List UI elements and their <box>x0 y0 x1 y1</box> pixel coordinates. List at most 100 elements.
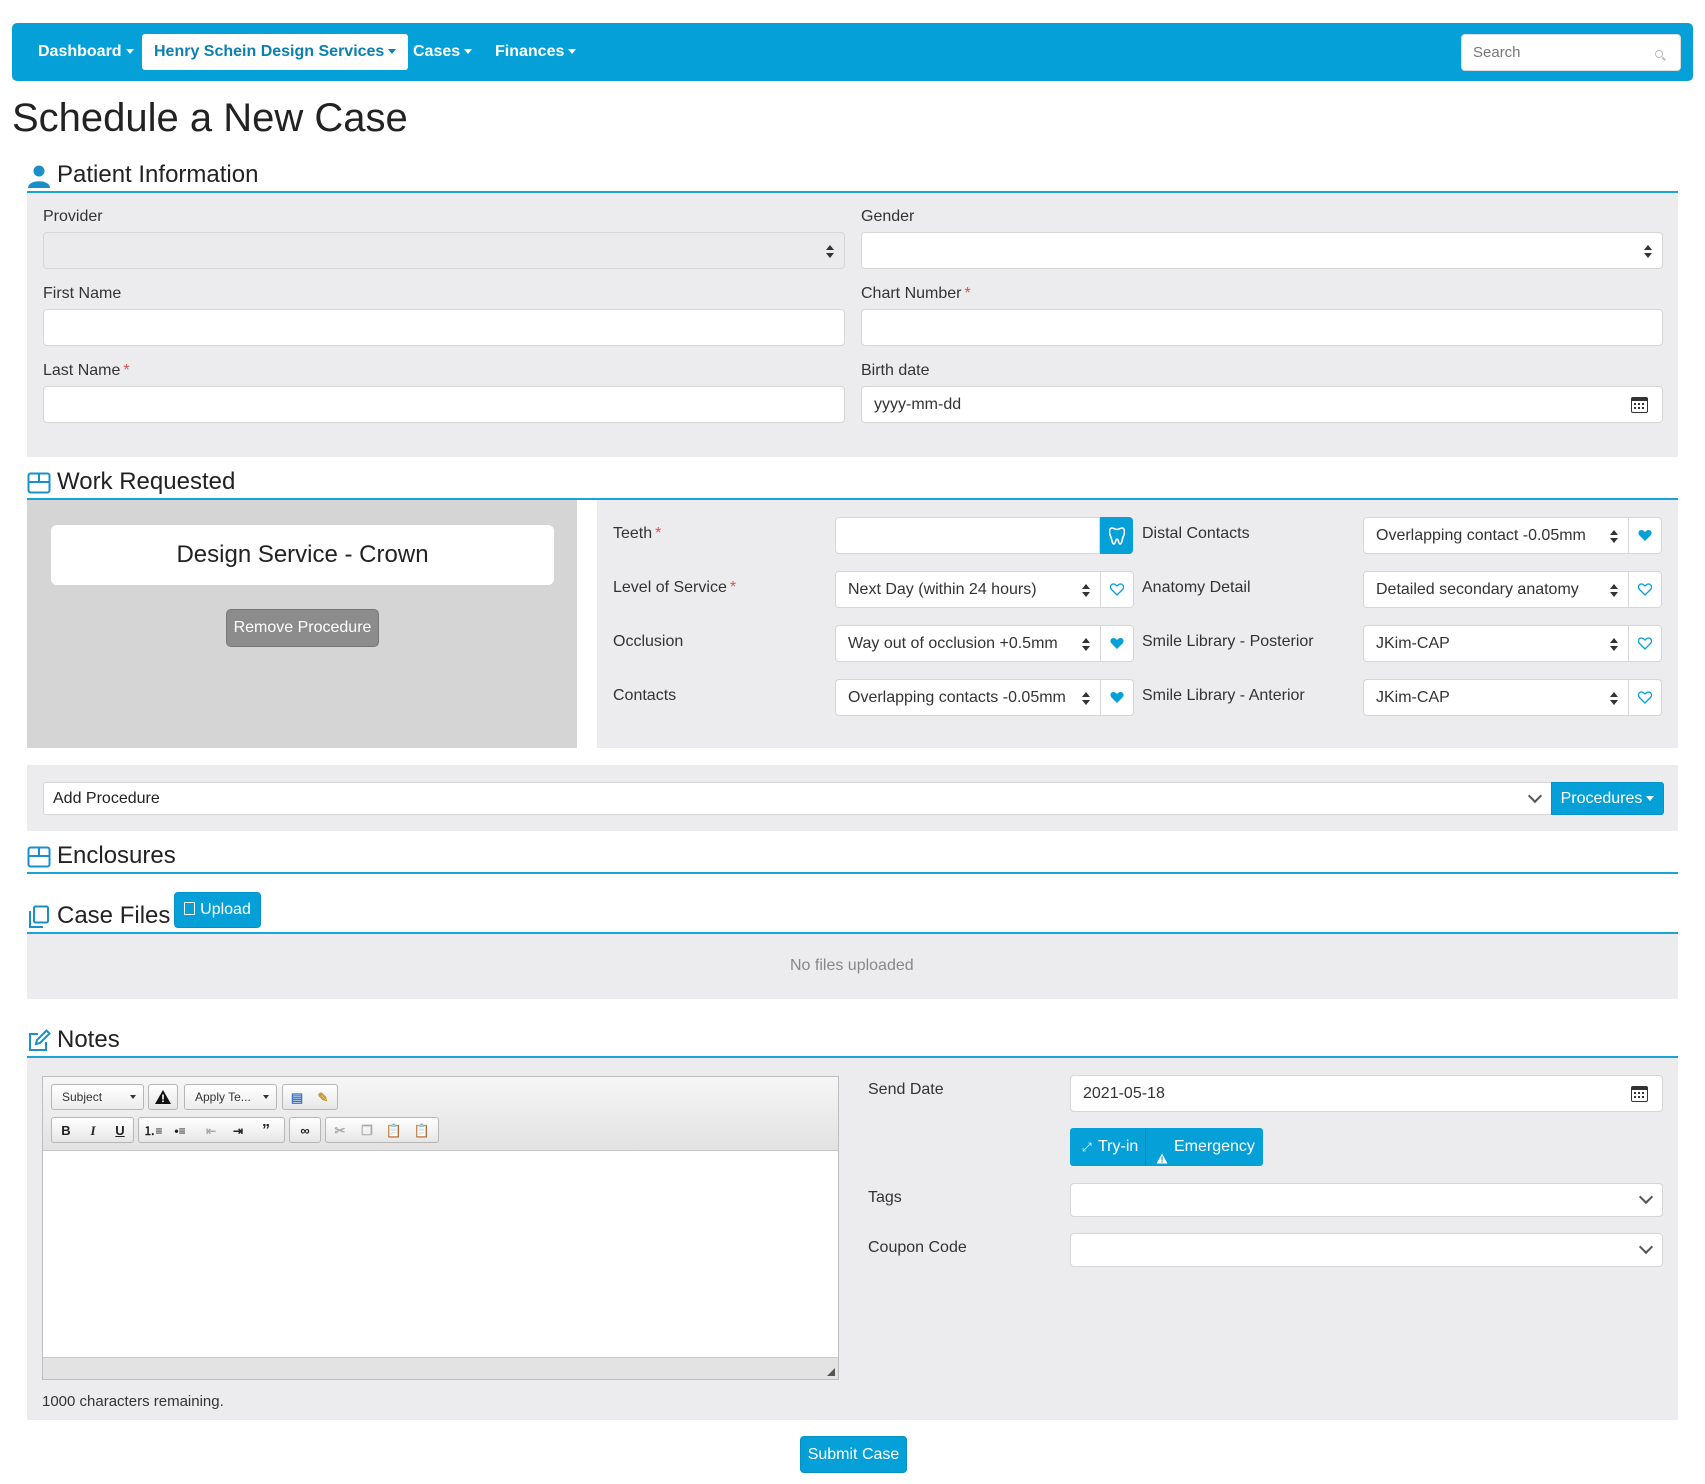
nav-dashboard[interactable]: Dashboard <box>26 34 146 70</box>
link-group: ∞ <box>289 1117 321 1143</box>
gender-select[interactable] <box>861 232 1663 269</box>
paste-icon[interactable]: 📋 <box>384 1121 404 1141</box>
italic-icon[interactable]: I <box>83 1121 103 1141</box>
paste-text-icon[interactable]: 📋 <box>412 1121 432 1141</box>
birth-date-placeholder: yyyy-mm-dd <box>874 396 962 413</box>
coupon-code-select[interactable] <box>1070 1233 1663 1267</box>
editor-status-bar <box>43 1357 838 1379</box>
search-input[interactable] <box>1461 34 1681 71</box>
top-navbar: Dashboard Henry Schein Design Services C… <box>12 23 1693 81</box>
section-title: Patient Information <box>57 161 259 188</box>
required-marker: * <box>123 362 130 379</box>
nav-finances-label: Finances <box>495 43 565 60</box>
send-date-field[interactable]: 2021-05-18 <box>1070 1075 1663 1112</box>
outdent-icon[interactable]: ⇤ <box>201 1121 221 1141</box>
teeth-label-text: Teeth <box>613 525 653 542</box>
tooth-icon <box>1109 527 1125 545</box>
heart-outline-icon <box>1638 583 1652 596</box>
chevron-down-icon <box>1638 1189 1654 1205</box>
text-format-group: B I U <box>51 1117 134 1143</box>
heart-filled-icon <box>1638 530 1652 541</box>
user-icon <box>28 165 50 188</box>
nav-finances[interactable]: Finances <box>483 34 588 70</box>
select-arrows-icon <box>1082 692 1090 705</box>
favorite-smile-posterior-button[interactable] <box>1629 625 1662 662</box>
birth-date-field[interactable]: yyyy-mm-dd <box>861 386 1663 423</box>
last-name-label: Last Name * <box>43 362 130 380</box>
section-title: Case Files <box>57 902 171 929</box>
blockquote-icon[interactable]: ” <box>256 1121 276 1141</box>
favorite-level-button[interactable] <box>1101 571 1134 608</box>
favorite-contacts-button[interactable] <box>1101 679 1134 716</box>
last-name-field[interactable] <box>43 386 845 423</box>
chars-remaining-text: 1000 characters remaining. <box>42 1393 224 1410</box>
copy-files-icon <box>29 905 49 928</box>
section-work-requested: Work Requested <box>27 462 1678 500</box>
tryin-button[interactable]: ⤢ Try-in <box>1070 1128 1146 1166</box>
chevron-down-icon <box>1638 1239 1654 1255</box>
add-procedure-select[interactable]: Add Procedure <box>43 782 1552 815</box>
calendar-icon[interactable] <box>1631 1086 1648 1102</box>
edit-template-icon[interactable]: ✎ <box>313 1088 333 1108</box>
box-icon <box>27 472 51 494</box>
nav-dashboard-label: Dashboard <box>38 43 122 60</box>
edit-icon <box>29 1029 51 1051</box>
anatomy-detail-select[interactable]: Detailed secondary anatomy <box>1363 571 1629 608</box>
tooth-chart-button[interactable] <box>1100 517 1133 554</box>
occlusion-label: Occlusion <box>613 633 684 650</box>
smile-library-posterior-select[interactable]: JKim-CAP <box>1363 625 1629 662</box>
nav-cases-label: Cases <box>413 43 461 60</box>
bold-icon[interactable]: B <box>56 1121 76 1141</box>
submit-case-button[interactable]: Submit Case <box>800 1436 907 1473</box>
calendar-icon[interactable] <box>1631 397 1648 413</box>
notes-rich-text-editor: Subject Apply Te... ▤ ✎ B I U ⒈≡ •≡ ⇤ ⇥ … <box>42 1076 839 1380</box>
numbered-list-icon[interactable]: ⒈≡ <box>143 1121 163 1141</box>
insert-template-icon[interactable]: ▤ <box>287 1088 307 1108</box>
caret-down-icon <box>125 49 134 55</box>
copy-icon[interactable]: ❐ <box>357 1121 377 1141</box>
distal-contacts-value: Overlapping contact -0.05mm <box>1376 527 1586 544</box>
cut-icon[interactable]: ✂ <box>330 1121 350 1141</box>
favorite-occlusion-button[interactable] <box>1101 625 1134 662</box>
remove-procedure-button[interactable]: Remove Procedure <box>226 609 379 647</box>
emergency-button[interactable]: Emergency <box>1146 1128 1263 1166</box>
occlusion-select[interactable]: Way out of occlusion +0.5mm <box>835 625 1101 662</box>
underline-icon[interactable]: U <box>110 1121 130 1141</box>
favorite-distal-button[interactable] <box>1629 517 1662 554</box>
caret-down-icon <box>130 1095 136 1099</box>
indent-icon[interactable]: ⇥ <box>228 1121 248 1141</box>
upload-button[interactable]: Upload <box>174 892 261 928</box>
subject-combo[interactable]: Subject <box>51 1084 144 1110</box>
favorite-smile-anterior-button[interactable] <box>1629 679 1662 716</box>
caret-down-icon <box>568 49 577 55</box>
teeth-label: Teeth * <box>613 525 661 543</box>
special-char-button[interactable] <box>148 1084 178 1110</box>
nav-henry-schein-design-services[interactable]: Henry Schein Design Services <box>142 34 409 70</box>
nav-cases[interactable]: Cases <box>401 34 484 70</box>
contacts-select[interactable]: Overlapping contacts -0.05mm <box>835 679 1101 716</box>
teeth-field[interactable] <box>835 517 1100 554</box>
favorite-anatomy-button[interactable] <box>1629 571 1662 608</box>
bulleted-list-icon[interactable]: •≡ <box>170 1121 190 1141</box>
link-icon[interactable]: ∞ <box>295 1121 315 1141</box>
paragraph-group: ⒈≡ •≡ ⇤ ⇥ ” <box>138 1117 285 1143</box>
apply-template-combo[interactable]: Apply Te... <box>184 1084 277 1110</box>
first-name-field[interactable] <box>43 309 845 346</box>
chevron-down-icon <box>1527 788 1543 804</box>
resize-handle-icon[interactable] <box>827 1368 835 1376</box>
heart-outline-icon <box>1638 691 1652 704</box>
procedure-card[interactable]: Design Service - Crown <box>51 525 554 585</box>
procedures-dropdown-button[interactable]: Procedures <box>1551 782 1664 815</box>
tryin-button-label: Try-in <box>1098 1138 1139 1155</box>
chart-number-field[interactable] <box>861 309 1663 346</box>
editor-content-area[interactable] <box>43 1151 838 1359</box>
tags-select[interactable] <box>1070 1183 1663 1217</box>
provider-select[interactable] <box>43 232 845 269</box>
emergency-button-label: Emergency <box>1174 1138 1255 1155</box>
smile-library-anterior-select[interactable]: JKim-CAP <box>1363 679 1629 716</box>
caret-down-icon <box>263 1095 269 1099</box>
select-arrows-icon <box>826 245 834 258</box>
distal-contacts-select[interactable]: Overlapping contact -0.05mm <box>1363 517 1629 554</box>
level-of-service-select[interactable]: Next Day (within 24 hours) <box>835 571 1101 608</box>
gender-label: Gender <box>861 208 915 225</box>
